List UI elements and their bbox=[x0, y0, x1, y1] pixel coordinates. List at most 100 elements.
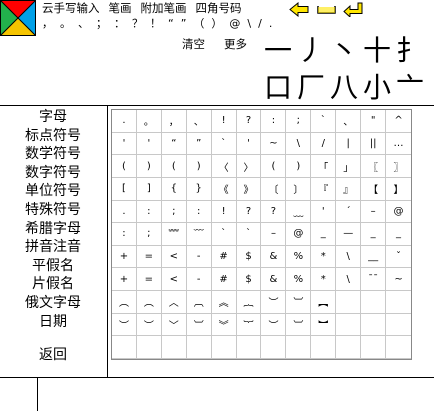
symbol-cell[interactable]: ; bbox=[136, 223, 162, 246]
symbol-cell[interactable]: : bbox=[112, 223, 137, 246]
category-item[interactable]: 特殊符号 bbox=[0, 201, 106, 220]
symbol-cell[interactable]: @ bbox=[286, 223, 312, 246]
symbol-cell[interactable]: 〗 bbox=[386, 155, 411, 178]
space-icon[interactable] bbox=[316, 2, 337, 17]
symbol-cell[interactable]: ︸ bbox=[236, 313, 262, 337]
punct-key[interactable]: . bbox=[269, 17, 273, 31]
punct-key[interactable]: ： bbox=[114, 17, 125, 31]
symbol-cell[interactable]: || bbox=[361, 132, 387, 156]
category-item[interactable]: 希腊字母 bbox=[0, 220, 106, 239]
category-item[interactable]: 字母 bbox=[0, 108, 106, 127]
symbol-cell[interactable]: – bbox=[261, 223, 287, 246]
symbol-cell[interactable]: ` bbox=[211, 132, 237, 156]
symbol-cell[interactable]: – bbox=[361, 200, 387, 224]
symbol-cell[interactable]: $ bbox=[236, 245, 262, 269]
symbol-cell[interactable]: ︺ bbox=[186, 313, 212, 337]
punct-key[interactable]: ， bbox=[42, 17, 53, 31]
symbol-cell[interactable]: ˇ bbox=[386, 246, 411, 269]
symbol-cell[interactable]: ︼ bbox=[311, 313, 337, 337]
symbol-cell[interactable]: 、 bbox=[186, 110, 212, 133]
symbol-cell[interactable] bbox=[311, 336, 337, 359]
symbol-cell[interactable]: % bbox=[286, 245, 312, 269]
symbol-cell[interactable] bbox=[136, 336, 162, 359]
symbol-cell[interactable]: 〕 bbox=[286, 177, 312, 201]
category-item[interactable]: 单位符号 bbox=[0, 182, 106, 201]
symbol-cell[interactable]: 〈 bbox=[211, 155, 237, 178]
symbol-cell[interactable]: @ bbox=[386, 201, 411, 224]
symbol-cell[interactable]: __ bbox=[361, 245, 387, 269]
symbol-cell[interactable]: ; bbox=[286, 110, 312, 133]
symbol-cell[interactable]: _ bbox=[361, 223, 387, 246]
symbol-cell[interactable]: * bbox=[311, 245, 337, 269]
symbol-cell[interactable]: ] bbox=[136, 177, 162, 201]
recent-char[interactable]: 丶 bbox=[330, 35, 358, 67]
punct-key[interactable]: @ bbox=[229, 17, 240, 31]
category-item[interactable]: 片假名 bbox=[0, 275, 106, 294]
symbol-cell[interactable] bbox=[336, 336, 362, 359]
symbol-cell[interactable]: : bbox=[261, 110, 287, 133]
symbol-cell[interactable]: ﹋ bbox=[186, 223, 212, 246]
symbol-cell[interactable]: : bbox=[186, 200, 212, 224]
symbol-cell[interactable]: % bbox=[286, 268, 312, 292]
symbol-cell[interactable]: } bbox=[186, 177, 212, 201]
symbol-cell[interactable]: ︵ bbox=[136, 291, 162, 314]
symbol-cell[interactable]: { bbox=[161, 177, 187, 201]
punct-key[interactable]: （ bbox=[193, 17, 204, 31]
symbol-cell[interactable]: : bbox=[136, 200, 162, 224]
symbol-cell[interactable] bbox=[386, 291, 411, 314]
symbol-cell[interactable]: 〖 bbox=[361, 155, 387, 178]
symbol-cell[interactable]: ︽ bbox=[211, 291, 237, 314]
symbol-cell[interactable] bbox=[386, 314, 411, 337]
punct-key[interactable]: \ bbox=[247, 17, 251, 31]
symbol-cell[interactable]: < bbox=[161, 245, 187, 269]
symbol-cell[interactable]: ) bbox=[186, 155, 212, 178]
symbol-cell[interactable]: < bbox=[161, 268, 187, 292]
symbol-cell[interactable]: \ bbox=[336, 268, 362, 292]
punct-key[interactable]: ； bbox=[96, 17, 107, 31]
symbol-cell[interactable]: ︶ bbox=[112, 313, 137, 337]
symbol-cell[interactable]: ? bbox=[261, 200, 287, 224]
symbol-cell[interactable]: ︶ bbox=[261, 313, 287, 337]
symbol-cell[interactable]: ? bbox=[236, 200, 262, 224]
symbol-cell[interactable]: " bbox=[361, 110, 387, 133]
symbol-cell[interactable]: ︶ bbox=[136, 313, 162, 337]
recent-char[interactable]: 丿 bbox=[297, 35, 325, 67]
enter-arrow-icon[interactable] bbox=[343, 2, 364, 19]
backspace-arrow-icon[interactable] bbox=[289, 1, 310, 18]
recent-char[interactable]: 厂 bbox=[297, 72, 325, 104]
symbol-cell[interactable]: \ bbox=[286, 132, 312, 156]
recent-char[interactable]: 一 bbox=[264, 35, 292, 67]
symbol-cell[interactable]: ; bbox=[161, 200, 187, 224]
category-item[interactable]: 平假名 bbox=[0, 257, 106, 276]
symbol-cell[interactable] bbox=[186, 336, 212, 359]
symbol-cell[interactable]: = bbox=[136, 245, 162, 269]
punct-key[interactable]: ？ bbox=[132, 17, 143, 31]
symbol-cell[interactable]: $ bbox=[236, 268, 262, 292]
symbol-cell[interactable]: ( bbox=[261, 155, 287, 178]
recent-char[interactable]: 小 bbox=[363, 72, 391, 104]
punct-key[interactable]: “ bbox=[168, 17, 174, 31]
symbol-cell[interactable]: ︺ bbox=[286, 291, 312, 314]
symbol-cell[interactable]: - bbox=[186, 268, 212, 292]
symbol-cell[interactable]: [ bbox=[112, 177, 137, 201]
category-item[interactable]: 拼音注音 bbox=[0, 238, 106, 257]
symbol-cell[interactable]: # bbox=[211, 268, 237, 292]
symbol-cell[interactable]: ~ bbox=[386, 268, 411, 292]
symbol-cell[interactable]: 」 bbox=[336, 155, 362, 178]
symbol-cell[interactable]: 。 bbox=[136, 110, 162, 133]
back-button[interactable]: 返回 bbox=[0, 346, 106, 364]
recent-char[interactable]: 口 bbox=[264, 72, 292, 104]
symbol-cell[interactable] bbox=[211, 336, 237, 359]
symbol-cell[interactable]: ︻ bbox=[311, 291, 337, 314]
symbol-cell[interactable]: ﹀ bbox=[161, 313, 187, 337]
symbol-cell[interactable]: ¯¯ bbox=[361, 268, 387, 292]
symbol-cell[interactable]: . bbox=[112, 110, 137, 133]
symbol-cell[interactable]: & bbox=[261, 268, 287, 292]
symbol-cell[interactable]: ， bbox=[161, 110, 187, 133]
symbol-cell[interactable]: / bbox=[311, 132, 337, 156]
symbol-cell[interactable] bbox=[336, 313, 362, 337]
symbol-cell[interactable]: 』 bbox=[336, 177, 362, 201]
symbol-cell[interactable]: ^ bbox=[386, 110, 411, 133]
symbol-cell[interactable]: _ bbox=[386, 223, 411, 246]
symbol-cell[interactable]: ' bbox=[112, 132, 137, 156]
